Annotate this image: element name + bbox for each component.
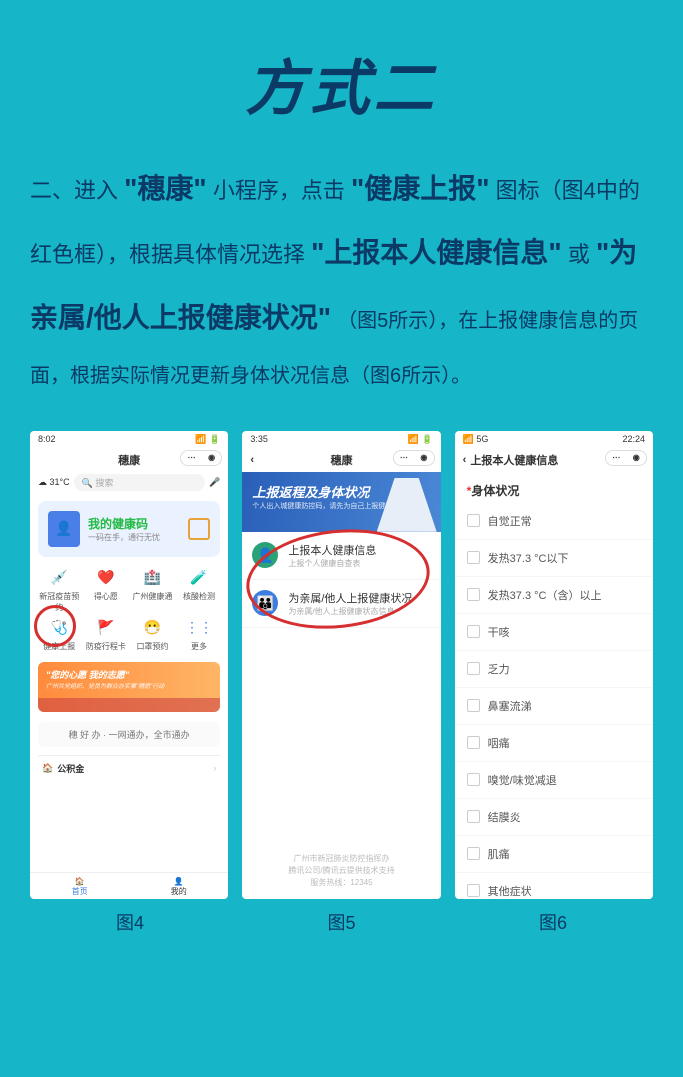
status-time: 8:02 (38, 434, 56, 444)
banner-wish[interactable]: "您的心愿 我的志愿" 广州共党组织、党员为群众办实事"穗愿"行动 (38, 662, 220, 712)
checkbox-icon (467, 662, 480, 675)
voice-icon[interactable]: 🎤 (209, 477, 220, 488)
person-icon: 👤 (171, 877, 187, 886)
weather-temp: ☁ 31°C (38, 477, 70, 488)
self-icon: 👤 (252, 542, 278, 568)
grid-more[interactable]: ⋮⋮更多 (176, 617, 223, 652)
opt1-title: 上报本人健康信息 (288, 542, 376, 558)
form-section-title: *身体状况 (455, 472, 653, 503)
footer-line1: 广州市新冠肺炎防控指挥办 (242, 853, 440, 865)
symptom-item[interactable]: 肌痛 (455, 836, 653, 873)
checkbox-icon (467, 810, 480, 823)
screenshot-4: 8:02 📶 🔋 穗康 ⋯ ◉ ☁ 31°C 🔍 搜索 🎤 👤 我的健康码 一码… (30, 431, 228, 899)
search-input[interactable]: 🔍 搜索 (74, 474, 205, 491)
intro-text: 二、进入 "穗康" 小程序，点击 "健康上报" 图标（图4中的红色框），根据具体… (0, 132, 683, 411)
family-icon: 👪 (252, 590, 278, 616)
qr-icon (188, 518, 210, 540)
house-icon: 🏠 (42, 763, 53, 774)
chevron-right-icon: › (213, 763, 216, 773)
checkbox-icon (467, 699, 480, 712)
hcode-sub: 一码在手，通行无忧 (88, 532, 160, 543)
checkbox-icon (467, 884, 480, 897)
tab-me[interactable]: 👤我的 (171, 877, 187, 897)
status-left: 📶 5G (463, 434, 489, 445)
grid-health-report[interactable]: 🩺健康上报 (36, 617, 83, 652)
screenshot-5: 3:35 📶 🔋 ‹ 穗康 ⋯ ◉ 上报返程及身体状况 个人出入城健康防控码，请… (242, 431, 440, 899)
symptom-list: 自觉正常 发热37.3 °C以下 发热37.3 °C（含）以上 干咳 乏力 鼻塞… (455, 503, 653, 899)
checkbox-icon (467, 736, 480, 749)
symptom-item[interactable]: 自觉正常 (455, 503, 653, 540)
home-icon: 🏠 (72, 877, 88, 886)
hero-banner: 上报返程及身体状况 个人出入城健康防控码，请先为自己上报健康情况 (242, 472, 440, 532)
tab-home[interactable]: 🏠首页 (72, 877, 88, 897)
back-icon[interactable]: ‹ (463, 454, 467, 466)
symptom-item[interactable]: 鼻塞流涕 (455, 688, 653, 725)
hcode-title: 我的健康码 (88, 515, 160, 532)
symptom-item[interactable]: 结膜炎 (455, 799, 653, 836)
fund-label: 公积金 (57, 762, 84, 775)
app-title: 穗康 (330, 452, 352, 468)
checkbox-icon (467, 514, 480, 527)
option-family-report[interactable]: 👪 为亲属/他人上报健康状况 为亲属/他人上报健康状态信息 (242, 580, 440, 628)
footer-line3: 服务热线：12345 (242, 877, 440, 889)
footer-line2: 腾讯公司/腾讯云提供技术支持 (242, 865, 440, 877)
more-icon: ⋯ (188, 453, 196, 462)
close-icon: ◉ (208, 453, 215, 462)
symptom-item[interactable]: 干咳 (455, 614, 653, 651)
intro-k1: "穗康" (124, 173, 207, 204)
grid-mask[interactable]: 😷口罩预约 (129, 617, 176, 652)
fund-row[interactable]: 🏠 公积金 › (38, 755, 220, 781)
close-icon: ◉ (633, 453, 640, 462)
status-icons: 📶 🔋 (408, 434, 433, 445)
capsule-menu[interactable]: ⋯ ◉ (393, 450, 435, 466)
intro-p1d: 或 (568, 242, 590, 267)
symptom-item[interactable]: 乏力 (455, 651, 653, 688)
more-icon: ⋯ (612, 453, 620, 462)
page-title: 上报本人健康信息 (470, 452, 558, 468)
app-title: 穗康 (118, 452, 140, 468)
voice-assistant-bar[interactable]: 穗 好 办 · 一网通办，全市通办 (38, 722, 220, 747)
status-time: 3:35 (250, 434, 268, 444)
caption-6: 图6 (453, 909, 653, 935)
symptom-item[interactable]: 其他症状 (455, 873, 653, 899)
back-icon[interactable]: ‹ (250, 454, 254, 466)
page-title: 方式二 (0, 0, 683, 132)
option-self-report[interactable]: 👤 上报本人健康信息 上报个人健康自查表 (242, 532, 440, 580)
grid-travel-card[interactable]: 🚩防疫行程卡 (83, 617, 130, 652)
more-icon: ⋯ (400, 453, 408, 462)
grid-wish[interactable]: ❤️得心愿 (83, 567, 130, 613)
id-badge-icon: 👤 (48, 511, 80, 547)
checkbox-icon (467, 588, 480, 601)
symptom-item[interactable]: 发热37.3 °C（含）以上 (455, 577, 653, 614)
caption-5: 图5 (242, 909, 442, 935)
intro-k3: "上报本人健康信息" (311, 237, 562, 268)
status-icons: 📶 🔋 (195, 434, 220, 445)
checkbox-icon (467, 551, 480, 564)
opt2-title: 为亲属/他人上报健康状况 (288, 590, 412, 606)
banner-l2: 广州共党组织、党员为群众办实事"穗愿"行动 (46, 681, 212, 690)
close-icon: ◉ (420, 453, 427, 462)
intro-p1b: 小程序，点击 (213, 178, 345, 203)
health-code-card[interactable]: 👤 我的健康码 一码在手，通行无忧 (38, 501, 220, 557)
intro-k2: "健康上报" (351, 173, 490, 204)
capsule-menu[interactable]: ⋯ ◉ (605, 450, 647, 466)
grid-gzhealth[interactable]: 🏥广州健康通 (129, 567, 176, 613)
opt2-sub: 为亲属/他人上报健康状态信息 (288, 606, 412, 617)
status-time: 22:24 (622, 434, 645, 444)
grid-vaccine[interactable]: 💉新冠疫苗预约 (36, 567, 83, 613)
caption-4: 图4 (30, 909, 230, 935)
capsule-menu[interactable]: ⋯ ◉ (180, 450, 222, 466)
opt1-sub: 上报个人健康自查表 (288, 558, 376, 569)
checkbox-icon (467, 625, 480, 638)
banner-l1: "您的心愿 我的志愿" (46, 668, 212, 681)
checkbox-icon (467, 773, 480, 786)
screenshot-6: 📶 5G 22:24 ‹ 上报本人健康信息 ⋯ ◉ *身体状况 自觉正常 发热3… (455, 431, 653, 899)
intro-p1a: 二、进入 (30, 178, 118, 203)
grid-pcr[interactable]: 🧪核酸检测 (176, 567, 223, 613)
symptom-item[interactable]: 嗅觉/味觉减退 (455, 762, 653, 799)
symptom-item[interactable]: 咽痛 (455, 725, 653, 762)
symptom-item[interactable]: 发热37.3 °C以下 (455, 540, 653, 577)
checkbox-icon (467, 847, 480, 860)
